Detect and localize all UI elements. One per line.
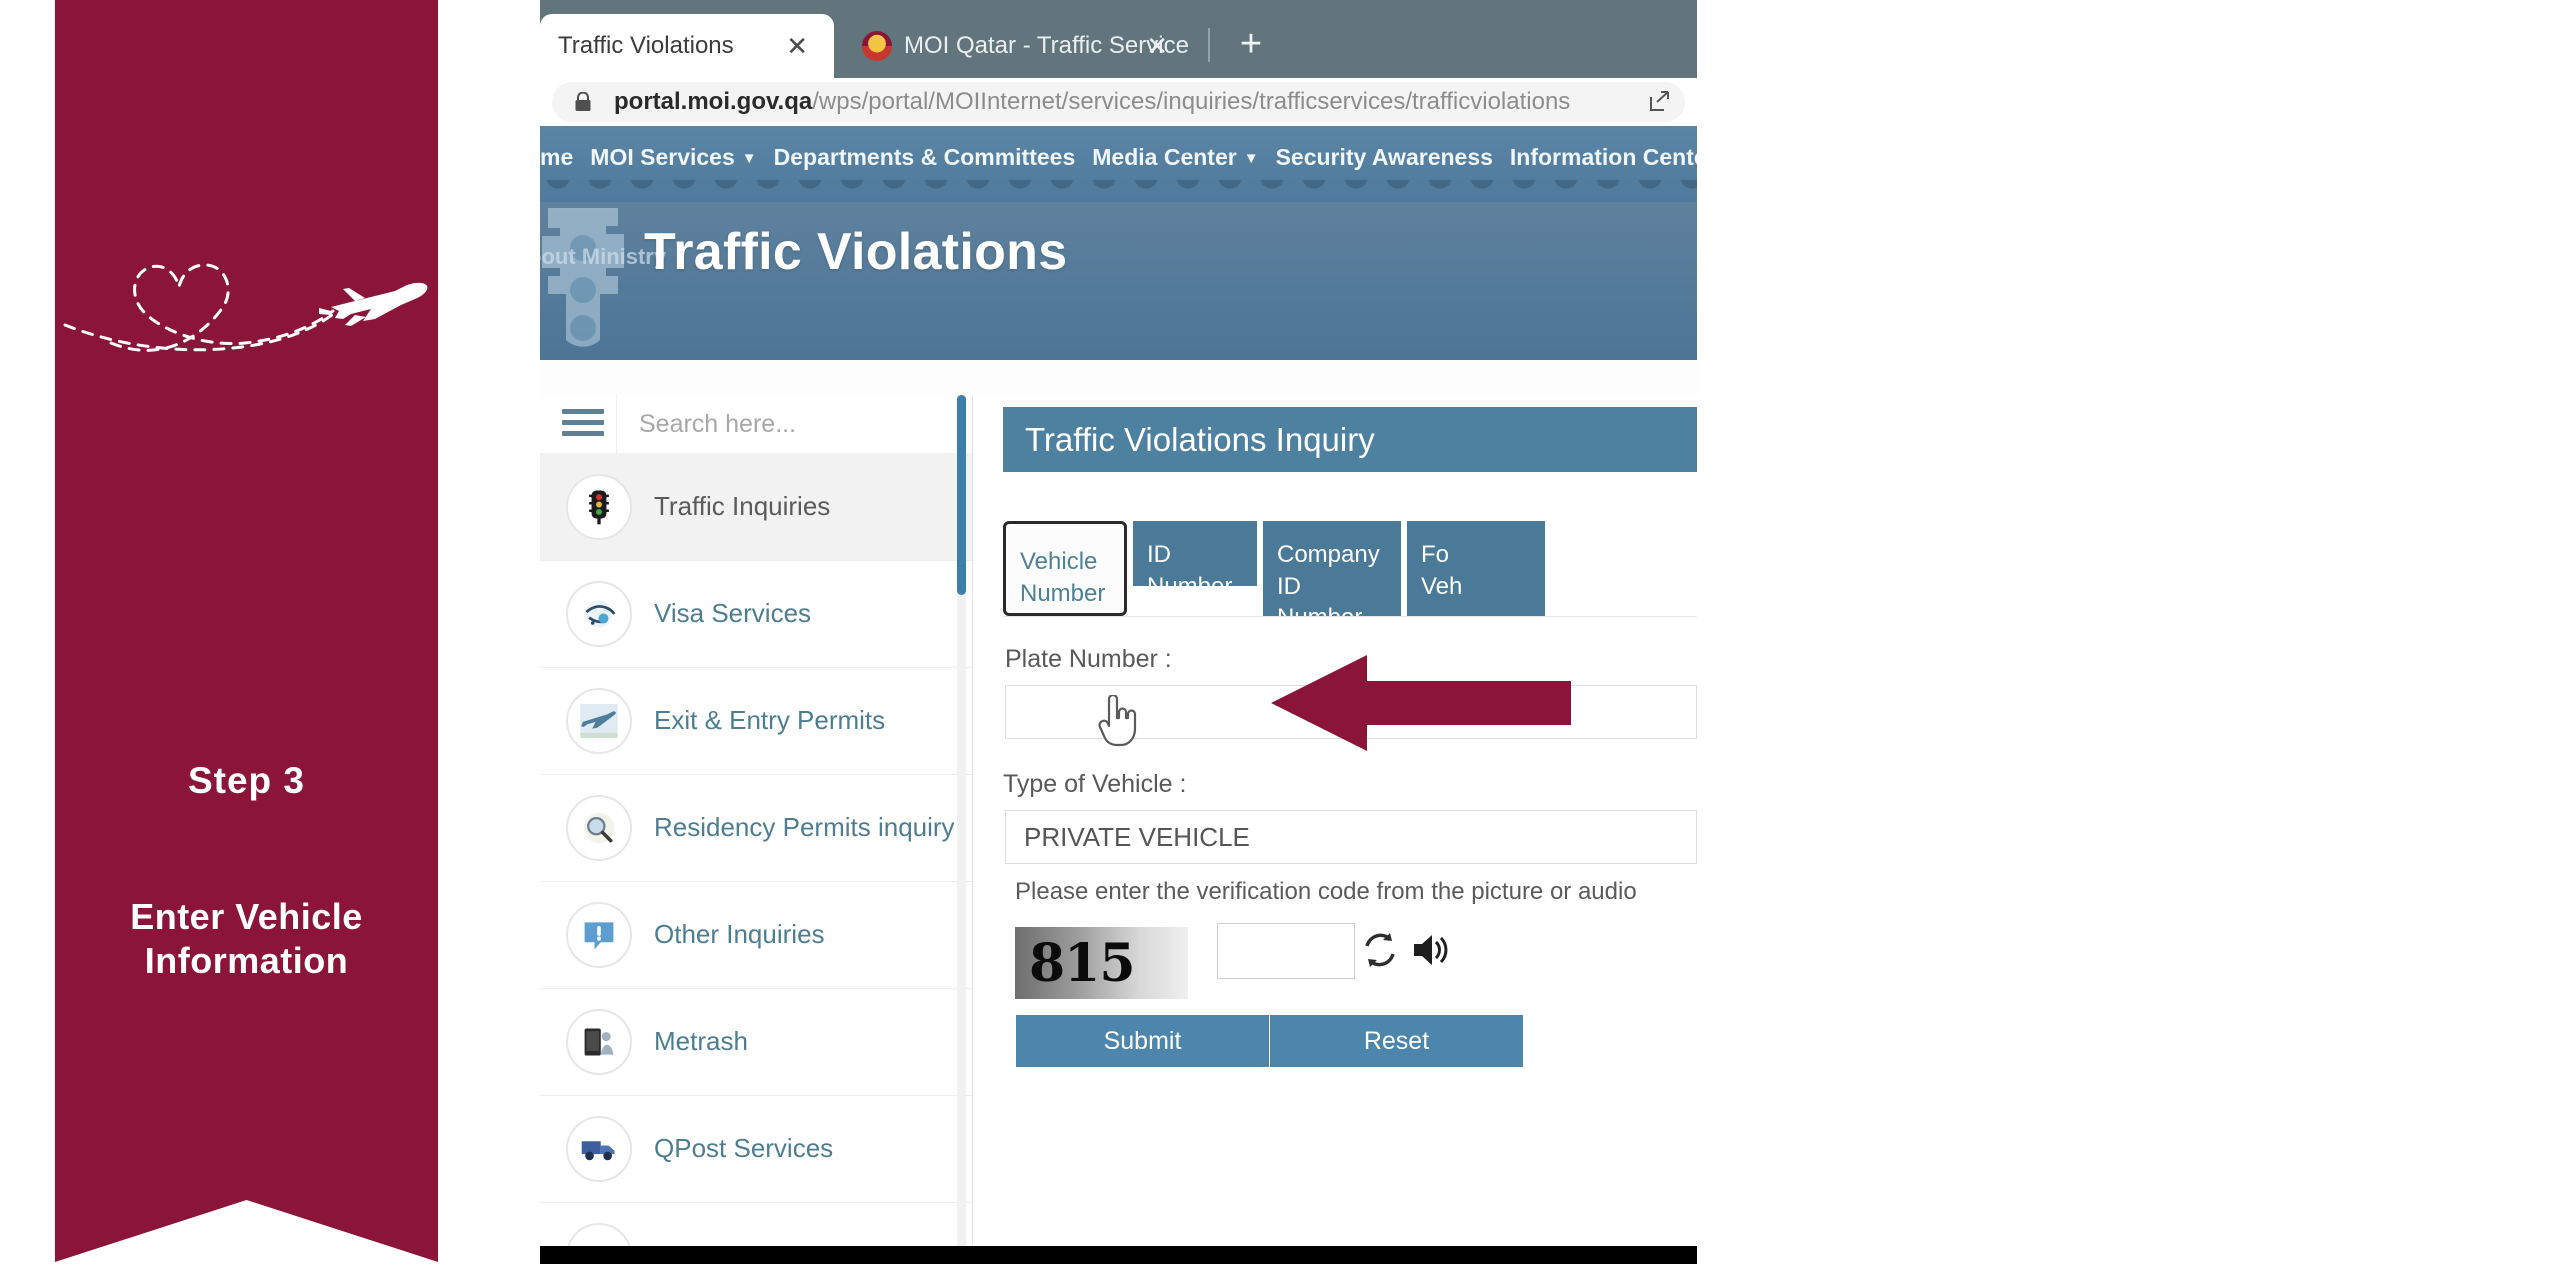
captcha-code-text: 815 — [1029, 932, 1136, 994]
captcha-image: 815 — [1015, 927, 1188, 999]
tabs-underline — [1003, 616, 1697, 617]
sidebar-search-row: Search here... — [540, 395, 972, 454]
address-bar-url: portal.moi.gov.qa/wps/portal/MOIInternet… — [614, 88, 1570, 116]
site-header: ome MOI Services▼ Departments & Committe… — [540, 126, 1697, 360]
share-icon[interactable] — [1647, 90, 1671, 114]
sidebar-item-label: Exit & Entry Permits — [654, 705, 886, 735]
sidebar-item-label: Traffic Inquiries — [654, 491, 831, 521]
inquiry-panel-title: Traffic Violations Inquiry — [1025, 420, 1375, 458]
browser-toolbar: portal.moi.gov.qa/wps/portal/MOIInternet… — [540, 78, 1697, 126]
bottom-black-bar — [540, 1246, 1697, 1264]
page-body: Search here... Traffic Inquiries Visa Se… — [540, 395, 1697, 1257]
sidebar-item-visa-services[interactable]: Visa Services — [540, 560, 972, 668]
page-title: Traffic Violations — [644, 223, 1068, 281]
sidebar-item-other-inquiries[interactable]: Other Inquiries — [540, 881, 972, 989]
tab-foreign-vehicle[interactable]: Fo Veh — [1407, 521, 1545, 616]
type-of-vehicle-label: Type of Vehicle : — [1003, 770, 1187, 798]
banner-subtitle: Enter Vehicle Information — [55, 895, 438, 983]
banner-step-label: Step 3 — [187, 760, 306, 801]
url-path: /wps/portal/MOIInternet/services/inquiri… — [812, 88, 1571, 115]
browser-tab-moi-qatar[interactable]: MOI Qatar - Traffic Services ✕ — [844, 14, 1188, 78]
sidebar-item-metrash[interactable]: Metrash — [540, 988, 972, 1096]
sidebar-item-label: Metrash — [654, 1026, 748, 1056]
globe-visa-icon — [566, 580, 632, 647]
exclamation-mark-icon — [566, 901, 632, 968]
type-of-vehicle-value: PRIVATE VEHICLE — [1024, 821, 1250, 852]
address-bar[interactable]: portal.moi.gov.qa/wps/portal/MOIInternet… — [552, 82, 1685, 122]
tab-id-number[interactable]: ID Number — [1133, 521, 1257, 600]
traffic-light-icon — [542, 208, 624, 347]
sidebar-item-residency-permits-inquiry[interactable]: Residency Permits inquiry — [540, 774, 972, 882]
reset-button[interactable]: Reset — [1270, 1015, 1523, 1067]
nav-item-home[interactable]: ome — [540, 144, 573, 171]
tab-vehicle-number[interactable]: Vehicle Number — [1003, 521, 1127, 616]
delivery-van-icon — [566, 1115, 632, 1182]
plate-number-label: Plate Number : — [1005, 645, 1172, 673]
tab-label-line2: Veh — [1421, 572, 1463, 600]
sidebar-item-label: Other Inquiries — [654, 919, 825, 949]
sidebar-scrollbar-thumb[interactable] — [957, 395, 966, 595]
inquiry-content-panel: Traffic Violations Inquiry Vehicle Numbe… — [983, 395, 1697, 1257]
submit-button[interactable]: Submit — [1016, 1015, 1269, 1067]
sidebar-item-qpost-services[interactable]: QPost Services — [540, 1095, 972, 1203]
refresh-icon[interactable] — [1360, 930, 1400, 970]
sidebar-item-traffic-inquiries[interactable]: Traffic Inquiries — [540, 453, 972, 561]
url-domain: portal.moi.gov.qa — [614, 88, 813, 115]
nav-item-moi-services[interactable]: MOI Services ▼ — [590, 144, 756, 171]
browser-tab-strip: Traffic Violations ✕ MOI Qatar - Traffic… — [540, 0, 1697, 78]
captcha-instruction: Please enter the verification code from … — [1015, 878, 1637, 905]
header-content-gap — [540, 360, 1697, 395]
nav-item-security-awareness[interactable]: Security Awareness — [1276, 144, 1493, 171]
new-tab-button[interactable]: + — [1230, 24, 1272, 66]
tab-title: Traffic Violations — [558, 32, 734, 59]
site-main-nav: ome MOI Services▼ Departments & Committe… — [540, 138, 1697, 176]
sidebar-item-label: Residency Permits inquiry — [654, 812, 955, 842]
browser-window: Traffic Violations ✕ MOI Qatar - Traffic… — [540, 0, 1697, 1262]
inquiry-panel-header: Traffic Violations Inquiry — [1003, 407, 1697, 472]
tab-label-line2: Number — [1020, 579, 1106, 607]
nav-item-information-center[interactable]: Information Center — [1510, 144, 1697, 171]
search-input[interactable]: Search here... — [639, 410, 972, 439]
hamburger-menu-icon[interactable] — [562, 409, 604, 439]
tab-divider — [1208, 28, 1210, 62]
speaker-icon[interactable] — [1410, 929, 1452, 971]
captcha-input[interactable] — [1217, 923, 1355, 979]
browser-tab-traffic-violations[interactable]: Traffic Violations ✕ — [540, 14, 834, 78]
mobile-phone-icon — [566, 1008, 632, 1075]
tab-label-line2: Number — [1277, 604, 1363, 632]
nav-item-departments-committees[interactable]: Departments & Committees — [774, 144, 1076, 171]
lock-icon — [575, 92, 591, 111]
sidebar-item-exit-entry-permits[interactable]: Exit & Entry Permits — [540, 667, 972, 775]
tab-label: ID Number — [1147, 541, 1233, 600]
tab-company-id-number[interactable]: Company ID Number — [1263, 521, 1401, 631]
sidebar-item-label: Visa Services — [654, 598, 812, 628]
tab-label-line1: Vehicle — [1020, 548, 1098, 575]
chevron-down-icon: ▼ — [741, 149, 757, 167]
type-of-vehicle-select[interactable]: PRIVATE VEHICLE — [1005, 810, 1697, 864]
airplane-heart-trail-icon — [63, 263, 428, 352]
nav-item-media-center[interactable]: Media Center ▼ — [1092, 144, 1258, 171]
sidebar-item-label: QPost Services — [654, 1133, 834, 1163]
step-banner: Step 3 Enter Vehicle Information — [55, 0, 438, 1262]
banner-subtitle-line2: Information — [144, 939, 349, 981]
close-icon[interactable]: ✕ — [786, 33, 808, 59]
tab-label-line1: Fo — [1421, 541, 1450, 568]
pointer-hand-cursor-icon — [1098, 695, 1137, 747]
tab-label-line1: Company ID — [1277, 541, 1380, 600]
moi-qatar-favicon — [862, 31, 892, 61]
services-sidebar: Search here... Traffic Inquiries Visa Se… — [540, 395, 973, 1257]
banner-subtitle-line1: Enter Vehicle — [130, 896, 363, 937]
divider — [616, 395, 617, 453]
chevron-down-icon: ▼ — [1243, 149, 1259, 167]
magnifier-icon — [566, 794, 632, 861]
close-icon[interactable]: ✕ — [1146, 33, 1168, 59]
traffic-light-icon — [566, 473, 632, 540]
airplane-icon — [566, 687, 632, 754]
